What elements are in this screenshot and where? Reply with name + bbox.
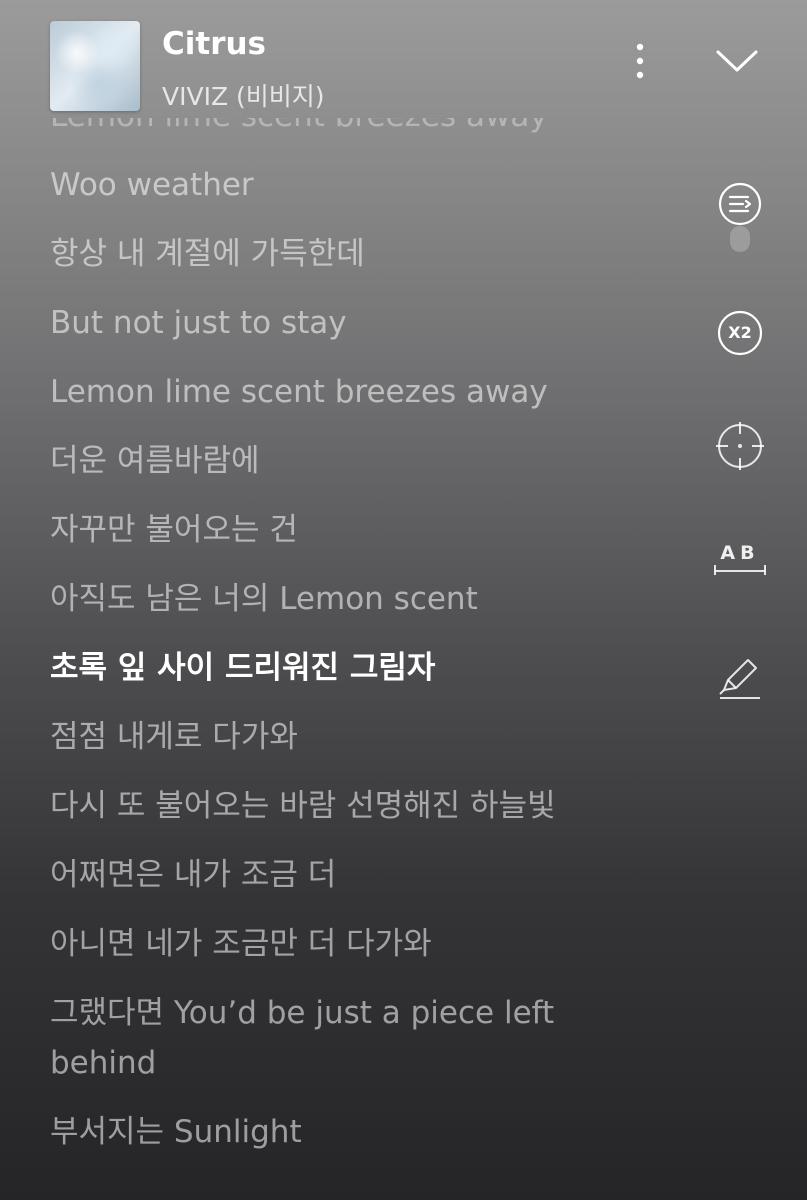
lyric-line[interactable]: 어쩌면은 내가 조금 더 [50,850,670,900]
lyric-line[interactable]: 항상 내 계절에 가득한데 [50,229,670,279]
lyric-line[interactable]: 자꾸만 불어오는 건 [50,505,670,555]
album-art[interactable] [50,21,140,111]
lyric-line[interactable]: 더운 여름바람에 [50,436,670,486]
lyric-line-current[interactable]: 초록 잎 사이 드리워진 그림자 [50,643,670,693]
speed-x2-button[interactable]: X2 [716,309,764,357]
lyric-line[interactable]: 그랬다면 You’d be just a piece left behind [50,988,630,1088]
lyric-line[interactable]: Lemon lime scent breezes away [50,367,670,417]
crosshair-icon[interactable] [716,422,764,470]
lyric-line[interactable]: But not just to stay [50,298,670,348]
artist-name: VIVIZ (비비지) [162,82,325,111]
lyric-line[interactable]: 아니면 네가 조금만 더 다가와 [50,919,670,969]
lyric-line[interactable]: Lemon lime scent breezes away [50,118,670,141]
ab-repeat-button[interactable]: AB [712,540,768,580]
lyric-line[interactable]: 부서지는 Sunlight [50,1107,670,1157]
player-header: Citrus VIVIZ (비비지) [0,0,807,130]
lyric-line[interactable]: 아직도 남은 너의 Lemon scent [50,574,670,624]
ab-repeat-icon [714,565,766,575]
lyric-line[interactable]: 다시 또 불어오는 바람 선명해진 하늘빛 [50,781,670,831]
chevron-down-icon[interactable] [714,45,760,75]
lyric-line[interactable]: Woo weather [50,160,670,210]
lyrics-list[interactable]: Lemon lime scent breezes away Woo weathe… [50,118,670,1200]
lyrics-queue-icon[interactable] [716,182,764,256]
lyric-line[interactable]: 점점 내게로 다가와 [50,712,670,762]
more-vertical-icon[interactable] [622,40,658,82]
song-title: Citrus [162,26,267,62]
highlighter-pen-icon[interactable] [714,652,766,702]
speed-label: X2 [728,323,752,342]
